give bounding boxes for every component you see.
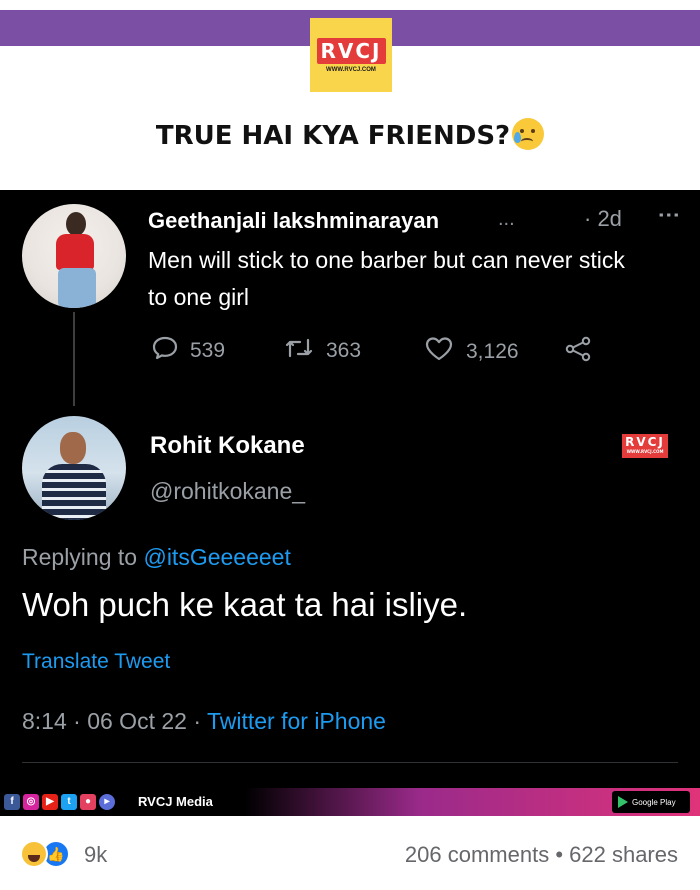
thread-connector-line <box>73 312 75 406</box>
share-icon <box>564 336 592 368</box>
divider <box>22 762 678 763</box>
tweet2-text: Woh puch ke kaat ta hai isliye. <box>22 586 468 623</box>
reaction-count[interactable]: 9k <box>84 842 107 868</box>
tweet2-author-handle[interactable]: @rohitkokane_ <box>150 478 305 505</box>
google-play-icon <box>618 796 628 808</box>
translate-tweet-link[interactable]: Translate Tweet <box>22 650 170 674</box>
name-truncation: ... <box>498 208 515 230</box>
crying-face-emoji-icon <box>512 118 545 150</box>
avatar-rohit[interactable] <box>22 416 126 520</box>
tweet1-actions: 539 363 3,126 <box>148 336 608 366</box>
heart-icon <box>424 336 454 368</box>
google-play-badge: Google Play <box>612 791 690 813</box>
rvcj-logo: RVCJ WWW.RVCJ.COM <box>310 18 392 92</box>
reply-icon <box>152 336 178 366</box>
tweet1-text: Men will stick to one barber but can nev… <box>148 247 625 310</box>
rvcj-media-label: RVCJ Media <box>132 793 219 810</box>
tweet-screenshot: Geethanjali lakshminarayan ... · 2d ⋮ Me… <box>0 190 700 788</box>
social-icons: f ◎ ▶ t ● ▸ <box>4 794 115 810</box>
youtube-icon: ▶ <box>42 794 58 810</box>
headline-text: TRUE HAI KYA FRIENDS? <box>155 121 511 151</box>
reply-button[interactable]: 539 <box>152 336 225 366</box>
post-headline: TRUE HAI KYA FRIENDS? <box>0 118 700 151</box>
more-options-icon[interactable]: ⋮ <box>656 204 682 224</box>
reaction-icons[interactable]: 👍 <box>20 840 70 868</box>
tweet2-author-name[interactable]: Rohit Kokane <box>150 432 305 460</box>
replying-to: Replying to @itsGeeeeeet <box>22 544 291 571</box>
tweet2-meta: 8:14 · 06 Oct 22 · Twitter for iPhone <box>22 708 386 735</box>
instagram-icon: ◎ <box>23 794 39 810</box>
retweet-count: 363 <box>326 339 362 362</box>
like-button[interactable]: 3,126 <box>424 336 519 368</box>
facebook-icon: f <box>4 794 20 810</box>
logo-text: RVCJ <box>316 37 386 64</box>
replying-mention-link[interactable]: @itsGeeeeeet <box>143 544 290 570</box>
comments-shares-count[interactable]: 206 comments • 622 shares <box>405 842 678 868</box>
app-icon: ● <box>80 794 96 810</box>
tweet1-author-name[interactable]: Geethanjali lakshminarayan <box>148 208 439 234</box>
tweet2-client-link[interactable]: Twitter for iPhone <box>207 708 386 734</box>
play-icon: ▸ <box>99 794 115 810</box>
haha-reaction-icon <box>20 840 48 868</box>
retweet-icon <box>284 336 314 366</box>
avatar-geethanjali[interactable] <box>22 204 126 308</box>
retweet-button[interactable]: 363 <box>284 336 361 366</box>
rvcj-watermark-badge: RVCJ WWW.RVCJ.COM <box>622 434 668 458</box>
reply-count: 539 <box>190 339 226 362</box>
twitter-icon: t <box>61 794 77 810</box>
tweet2-timestamp[interactable]: 8:14 · 06 Oct 22 · <box>22 708 207 734</box>
branding-strip: f ◎ ▶ t ● ▸ RVCJ Media Google Play <box>0 788 700 816</box>
post-reactions-bar: 👍 9k 206 comments • 622 shares <box>0 830 700 878</box>
share-button[interactable] <box>564 336 604 368</box>
tweet1-timestamp[interactable]: · 2d <box>584 206 622 232</box>
logo-url: WWW.RVCJ.COM <box>326 66 376 73</box>
replying-prefix: Replying to <box>22 544 144 570</box>
like-count: 3,126 <box>466 340 519 363</box>
